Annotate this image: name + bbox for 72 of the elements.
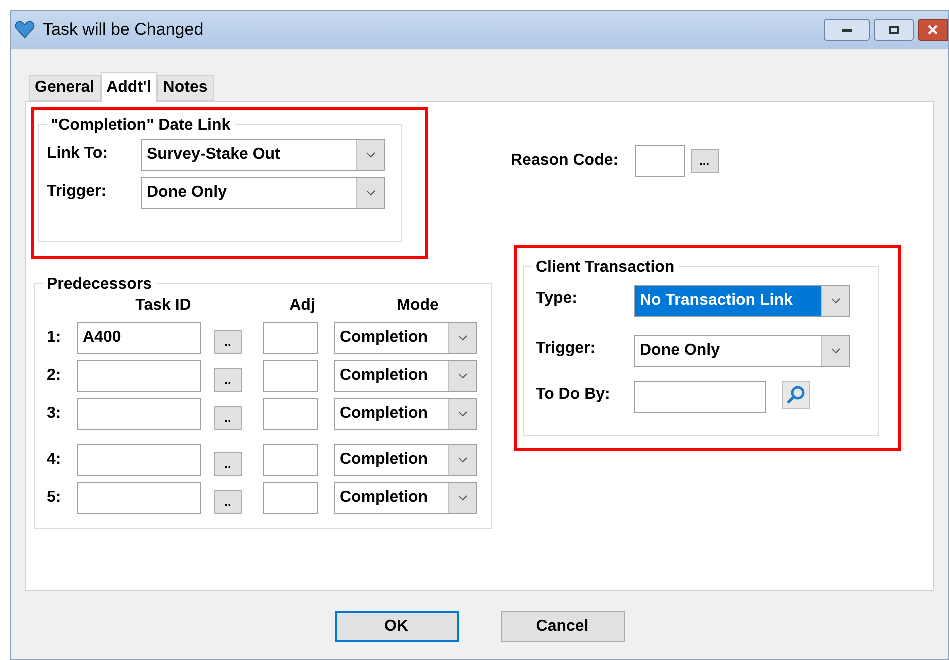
dropdown-value: Completion bbox=[339, 450, 429, 470]
close-button[interactable] bbox=[918, 19, 948, 41]
dropdown[interactable]: Done Only bbox=[634, 335, 850, 367]
task-id-field[interactable] bbox=[77, 360, 201, 392]
dropdown-value: Done Only bbox=[639, 341, 722, 361]
field-label: Link To: bbox=[47, 144, 110, 164]
adj-field[interactable] bbox=[263, 360, 318, 392]
chevron-down-icon bbox=[366, 190, 376, 196]
window-title: Task will be Changed bbox=[43, 19, 204, 42]
row-number: 4: bbox=[47, 450, 62, 470]
row-number: 1: bbox=[47, 328, 62, 348]
field-label: Trigger: bbox=[536, 339, 597, 359]
chevron-down-icon bbox=[458, 335, 468, 341]
chevron-down-icon bbox=[830, 348, 840, 354]
minimize-button[interactable] bbox=[824, 19, 870, 41]
dropdown-value: Completion bbox=[339, 366, 429, 386]
reason-code-field[interactable] bbox=[634, 145, 685, 177]
dropdown-value: Completion bbox=[339, 488, 429, 508]
dropdown[interactable]: Completion bbox=[334, 360, 477, 392]
dropdown-value: Survey-Stake Out bbox=[146, 145, 282, 165]
adj-field[interactable] bbox=[263, 322, 318, 354]
chevron-down-icon bbox=[458, 495, 468, 501]
adj-field[interactable] bbox=[263, 444, 318, 476]
dropdown[interactable]: Completion bbox=[334, 444, 477, 476]
dropdown[interactable]: Completion bbox=[334, 398, 477, 430]
maximize-button[interactable] bbox=[874, 19, 914, 41]
browse-button[interactable]: .. bbox=[214, 368, 242, 392]
chevron-down-icon bbox=[830, 298, 840, 304]
task-id-field[interactable] bbox=[77, 398, 201, 430]
browse-button[interactable]: .. bbox=[214, 406, 242, 430]
task-id-field[interactable] bbox=[77, 444, 201, 476]
task-id-field[interactable]: A400 bbox=[77, 322, 201, 354]
dialog-button[interactable]: Cancel bbox=[500, 611, 624, 642]
dropdown-value: Completion bbox=[339, 328, 429, 348]
adj-field[interactable] bbox=[263, 398, 318, 430]
field-label: Trigger: bbox=[47, 182, 108, 202]
search-button[interactable] bbox=[782, 381, 810, 409]
close-icon bbox=[928, 25, 938, 35]
browse-button[interactable]: ... bbox=[690, 149, 719, 173]
dropdown[interactable]: Completion bbox=[334, 482, 477, 514]
row-number: 3: bbox=[47, 404, 62, 424]
dropdown[interactable]: Done Only bbox=[141, 177, 385, 209]
chevron-down-icon bbox=[366, 152, 376, 158]
browse-button[interactable]: .. bbox=[214, 490, 242, 514]
task-id-field[interactable] bbox=[77, 482, 201, 514]
row-number: 2: bbox=[47, 366, 62, 386]
dialog-button[interactable]: OK bbox=[334, 611, 458, 642]
browse-button[interactable]: .. bbox=[214, 452, 242, 476]
tab[interactable]: Addt'l bbox=[100, 72, 158, 102]
row-number: 5: bbox=[47, 488, 62, 508]
browse-button[interactable]: .. bbox=[214, 330, 242, 354]
column-header: Task ID bbox=[134, 296, 192, 316]
tab[interactable]: General bbox=[29, 75, 101, 101]
dropdown-value: Completion bbox=[339, 404, 429, 424]
search-icon bbox=[786, 385, 806, 405]
dropdown[interactable]: No Transaction Link bbox=[634, 285, 850, 317]
field-label: Type: bbox=[536, 289, 578, 309]
dropdown-value: Done Only bbox=[146, 183, 228, 203]
adj-field[interactable] bbox=[263, 482, 318, 514]
field-label: To Do By: bbox=[536, 385, 612, 405]
tab[interactable]: Notes bbox=[157, 75, 214, 101]
dropdown[interactable]: Survey-Stake Out bbox=[141, 139, 385, 171]
dropdown[interactable]: Completion bbox=[334, 322, 477, 354]
app-icon bbox=[15, 21, 35, 39]
field-label: Reason Code: bbox=[511, 151, 619, 171]
column-header: Mode bbox=[396, 296, 440, 316]
chevron-down-icon bbox=[458, 411, 468, 417]
to-do-by-field[interactable] bbox=[634, 381, 766, 413]
chevron-down-icon bbox=[458, 373, 468, 379]
dropdown-value: No Transaction Link bbox=[635, 286, 821, 316]
column-header: Adj bbox=[288, 296, 316, 316]
chevron-down-icon bbox=[458, 457, 468, 463]
